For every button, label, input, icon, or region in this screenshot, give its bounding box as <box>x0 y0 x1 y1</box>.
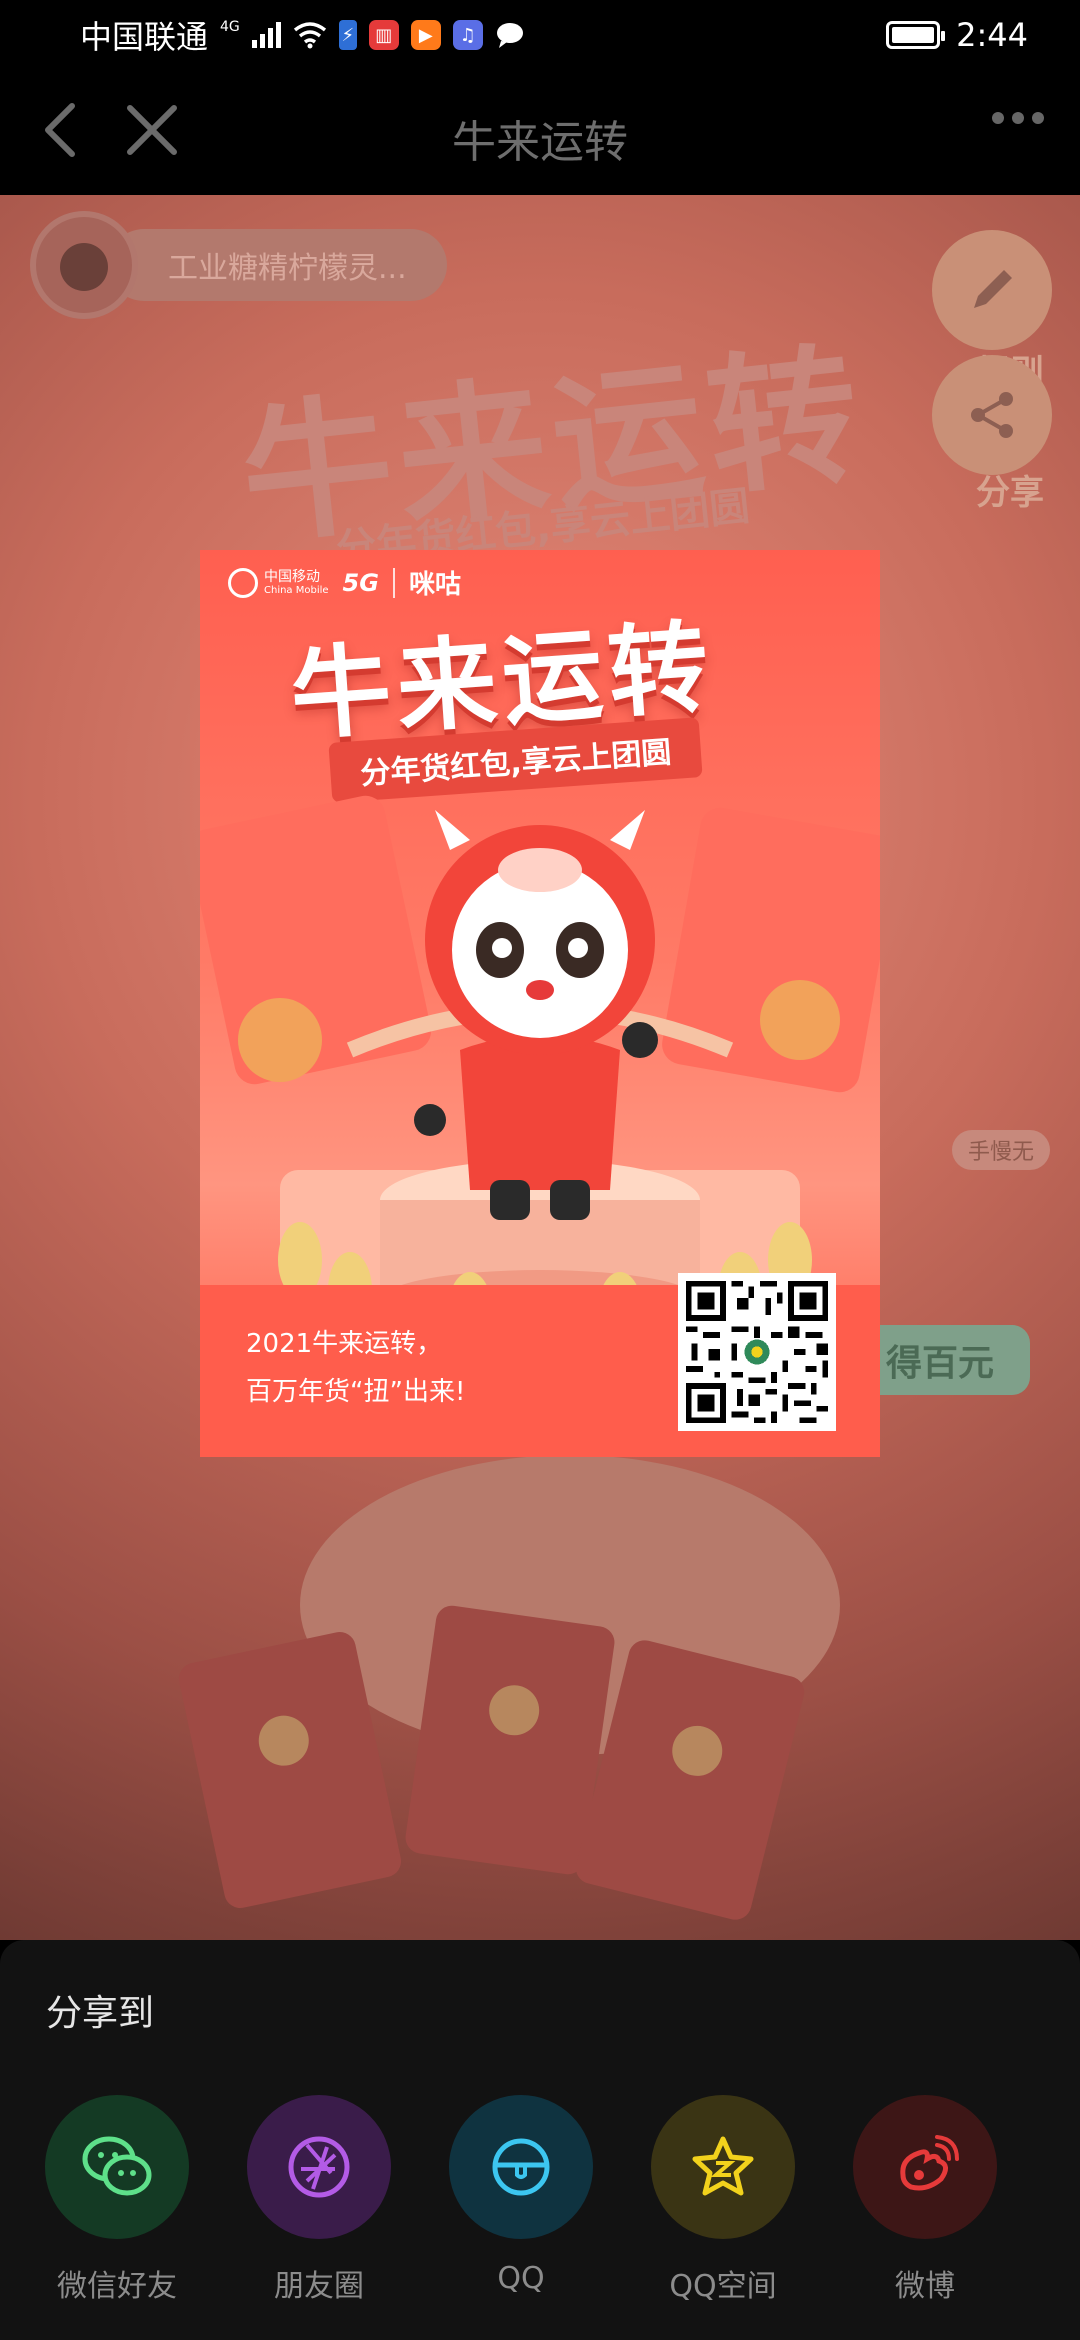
reader-app-icon: ▥ <box>368 20 399 50</box>
share-button[interactable] <box>932 355 1052 475</box>
share-qzone[interactable]: QQ空间 <box>622 2095 824 2305</box>
fiveg-logo: 5G <box>342 568 379 597</box>
share-label: 分享 <box>976 473 1044 513</box>
share-moments[interactable]: 朋友圈 <box>218 2095 420 2305</box>
share-sheet-title: 分享到 <box>46 1993 155 2034</box>
page-title: 牛来运转 <box>452 117 628 168</box>
migu-logo: 咪咕 <box>408 570 461 600</box>
china-mobile-icon <box>228 567 258 598</box>
moments-icon <box>247 2095 391 2239</box>
pencil-icon <box>974 270 1012 308</box>
weibo-icon <box>853 2095 997 2239</box>
user-info[interactable]: 工业糖精柠檬灵... <box>30 211 447 319</box>
nav-bar: 牛来运转 <box>0 70 1080 195</box>
share-icon <box>971 392 1013 438</box>
share-weibo[interactable]: 微博 <box>824 2095 1026 2305</box>
share-qq[interactable]: QQ <box>420 2095 622 2305</box>
share-label: 朋友圈 <box>274 2269 364 2304</box>
more-dot-icon <box>1012 112 1024 124</box>
battery-icon <box>886 21 946 49</box>
share-label: QQ <box>497 2261 545 2296</box>
avatar <box>30 211 138 319</box>
rules-button[interactable] <box>932 230 1052 350</box>
share-label: QQ空间 <box>669 2269 777 2304</box>
share-sheet: 分享到 微信好友 朋友圈 QQ QQ空间 微博 <box>0 1940 1080 2340</box>
tagline-line-2: 百万年货“扭”出来! <box>246 1377 466 1407</box>
network-type: 4G <box>220 19 240 35</box>
china-mobile-name-en: China Mobile <box>264 584 329 596</box>
wechat-friends-icon <box>45 2095 189 2239</box>
share-targets: 微信好友 朋友圈 QQ QQ空间 微博 <box>0 2095 1080 2305</box>
brand-logos: 中国移动 China Mobile 5G 咪咕 <box>228 564 461 601</box>
qzone-icon <box>651 2095 795 2239</box>
panda-ox-illustration <box>200 795 880 1348</box>
china-mobile-name: 中国移动 <box>264 568 320 585</box>
share-wechat-friends[interactable]: 微信好友 <box>16 2095 218 2305</box>
logo-divider <box>392 567 395 598</box>
wifi-icon <box>293 22 326 49</box>
china-mobile-logo: 中国移动 China Mobile <box>228 567 329 598</box>
more-button[interactable] <box>992 112 1044 124</box>
power-saving-icon: ⚡ <box>338 20 357 50</box>
tagline-line-1: 2021牛来运转， <box>246 1329 443 1359</box>
qr-code <box>678 1273 836 1431</box>
music-app-icon: ♫ <box>452 20 483 50</box>
share-label: 微博 <box>895 2269 955 2304</box>
share-label: 微信好友 <box>57 2269 177 2304</box>
share-poster: 中国移动 China Mobile 5G 咪咕 牛来运转 分年货红包,享云上团圆 <box>200 550 880 1457</box>
video-app-icon: ▶ <box>410 20 441 50</box>
username: 工业糖精柠檬灵... <box>108 229 447 301</box>
clock: 2:44 <box>956 16 1028 54</box>
more-dot-icon <box>992 112 1004 124</box>
poster-tagline: 2021牛来运转， 百万年货“扭”出来! <box>246 1320 465 1416</box>
carrier-label: 中国联通 <box>80 18 209 56</box>
message-icon <box>496 23 523 48</box>
signal-icon <box>251 22 281 48</box>
qq-icon <box>449 2095 593 2239</box>
status-bar: 中国联通 4G ⚡ ▥ ▶ ♫ 2:44 <box>0 0 1080 70</box>
qr-code-image <box>686 1281 828 1423</box>
more-dot-icon <box>1032 112 1044 124</box>
promo-badge: 手慢无 <box>951 1130 1050 1170</box>
